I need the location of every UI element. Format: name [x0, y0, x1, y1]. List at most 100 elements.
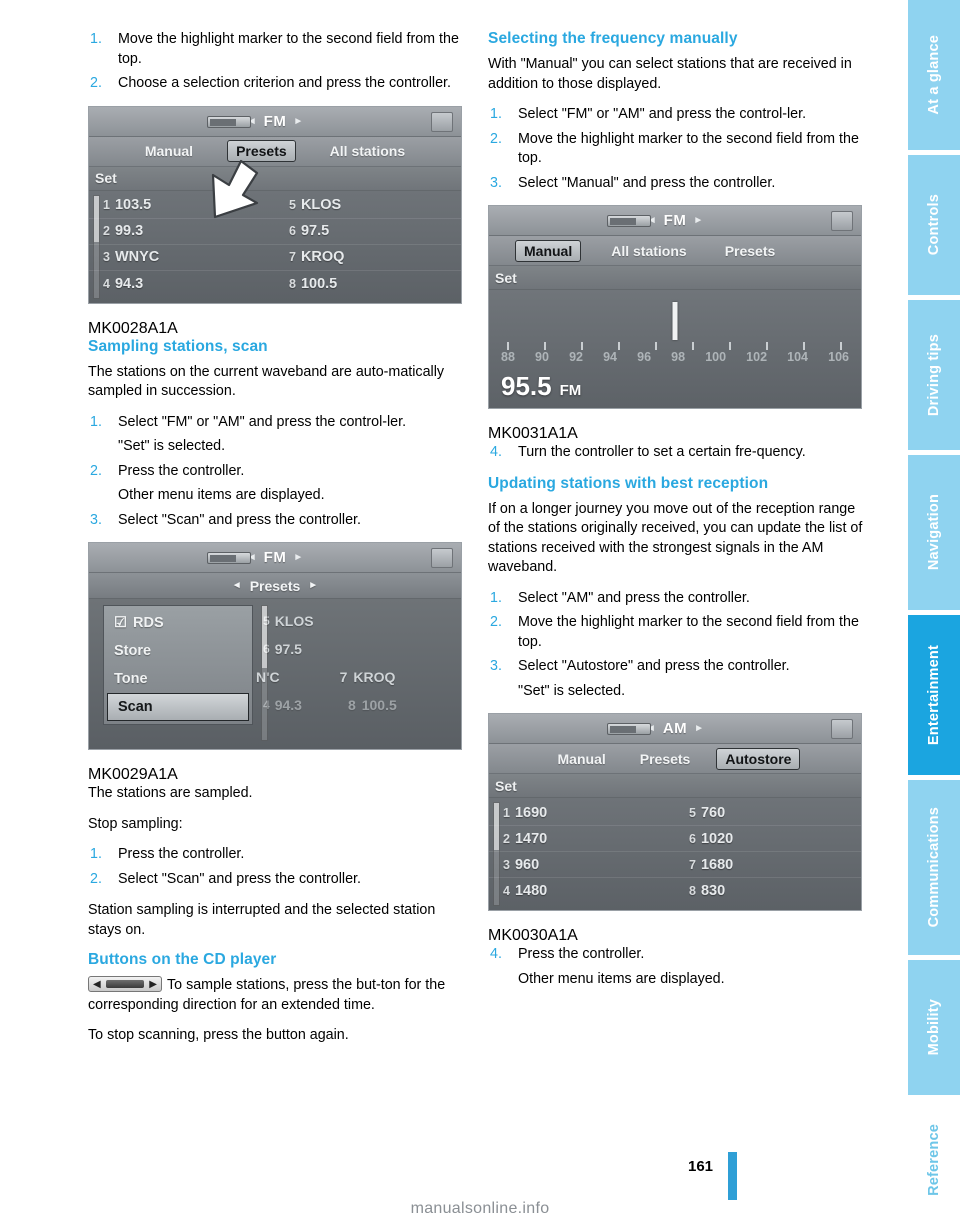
list-item: 2. Select "Scan" and press the controlle…	[88, 870, 468, 890]
tab-entertainment[interactable]: Entertainment	[908, 615, 960, 775]
preset-cell: 7 KROQ	[289, 249, 345, 265]
step-text: Press the controller.	[518, 946, 645, 962]
display-topbar: ◄ FM ►	[489, 206, 861, 236]
scrollbar[interactable]	[261, 605, 268, 741]
table-row: 2 99.3 6 97.5	[89, 219, 461, 245]
tab-communications[interactable]: Communications	[908, 780, 960, 955]
menu-item-store[interactable]: Store	[104, 637, 252, 665]
list-item: 4 94.3 8 100.5	[263, 697, 397, 713]
set-label: Set	[95, 170, 117, 186]
menu-item-all-stations[interactable]: All stations	[322, 141, 413, 161]
list-item: 1. Move the highlight marker to the seco…	[88, 30, 468, 69]
tab-mobility[interactable]: Mobility	[908, 960, 960, 1095]
preset-bar-label: Presets	[249, 577, 301, 594]
scan-overlay: 5KLOS 697.5 N'C7KROQ 494.38100.5 ☑RDS St…	[89, 599, 461, 749]
display-corner-icon	[431, 111, 453, 132]
checkbox-icon: ☑	[114, 615, 127, 631]
menu-item-scan[interactable]: Scan	[107, 693, 249, 721]
tab-navigation[interactable]: Navigation	[908, 455, 960, 610]
figure-code: MK0031A1A	[488, 425, 578, 442]
tab-controls[interactable]: Controls	[908, 155, 960, 295]
step-text: Select "FM" or "AM" and press the contro…	[518, 106, 807, 122]
step-number: 1.	[90, 413, 102, 430]
menu-item-manual[interactable]: Manual	[137, 141, 201, 161]
section-tab-rail: At a glance Controls Driving tips Naviga…	[908, 0, 960, 1220]
radio-display-scan-menu: ◄ FM ► ◄ Presets ► 5KLOS 697.5 N'C7KROQ …	[88, 542, 462, 784]
cd-seek-button-icon: ◀ ▶	[88, 976, 162, 992]
scrollbar[interactable]	[93, 194, 100, 299]
figure-code: MK0030A1A	[488, 927, 578, 944]
preset-cell: 8 100.5	[289, 275, 338, 292]
step-text: Select "Scan" and press the controller.	[118, 870, 362, 887]
preset-cell: 3 WNYC	[103, 249, 160, 265]
step-number: 3.	[490, 658, 502, 674]
preset-cell: 3 960	[503, 856, 540, 873]
menu-item-manual[interactable]: Manual	[550, 749, 614, 769]
step-number: 2.	[90, 462, 102, 479]
menu-item-all-stations[interactable]: All stations	[603, 241, 694, 261]
step-number: 3.	[90, 511, 102, 528]
list-item: 4. Turn the controller to set a certain …	[488, 443, 868, 463]
frequency-tuner[interactable]: 88 90 92 94 96 98 100 102 104 106 95.5 FM	[489, 290, 861, 408]
menu-item-tone[interactable]: Tone	[104, 665, 252, 693]
list-item: 5KLOS	[263, 613, 314, 629]
left-column: 1. Move the highlight marker to the seco…	[88, 30, 468, 1057]
table-row: 1 103.5 5 KLOS	[89, 193, 461, 219]
figure-code: MK0029A1A	[88, 766, 178, 783]
step-text: Move the highlight marker to the second …	[118, 31, 459, 67]
sampled-note: The stations are sampled.	[88, 785, 253, 801]
menu-item-presets[interactable]: Presets	[717, 241, 784, 261]
list-item: 3. Select "Autostore" and press the cont…	[488, 657, 868, 677]
preset-cell: 6 1020	[689, 830, 734, 847]
display-corner-icon	[431, 548, 453, 568]
list-item: N'C 7 KROQ	[256, 669, 396, 685]
display-menubar: Manual Presets Autostore	[489, 744, 861, 774]
preset-cell: 5 760	[689, 804, 726, 821]
step-number: 1.	[90, 846, 102, 862]
list-item: 2. Move the highlight marker to the seco…	[488, 613, 868, 652]
tab-at-a-glance[interactable]: At a glance	[908, 0, 960, 150]
updating-step4: 4. Press the controller. Other menu item…	[488, 945, 868, 989]
preset-list: 1 1690 5 760 2 1470 6 1020 3 960 7 1680 4 1480 …	[489, 798, 861, 910]
preset-list: 1 103.5 5 KLOS 2 99.3 6 97.5 3 WNYC 7 KROQ 4 94…	[89, 190, 461, 303]
page-marker	[728, 1152, 737, 1200]
display-topbar: ◄ FM ►	[89, 543, 461, 573]
sampling-steps: 1. Select "FM" or "AM" and press the con…	[88, 413, 468, 531]
menu-item-presets[interactable]: Presets	[632, 749, 699, 769]
chevron-right-icon: ►	[693, 215, 704, 226]
display-topbar: ◄ AM ►	[489, 714, 861, 744]
menu-item-presets[interactable]: Presets	[227, 140, 296, 162]
scrollbar[interactable]	[493, 802, 500, 906]
menu-item-rds[interactable]: ☑ RDS	[104, 609, 252, 637]
preset-cell: 1 1690	[503, 804, 548, 821]
band-label: AM	[662, 720, 688, 737]
menu-item-autostore[interactable]: Autostore	[716, 747, 801, 770]
list-item: "Set" is selected.	[88, 437, 468, 457]
chevron-right-icon: ►	[694, 723, 705, 734]
signal-strength-icon	[607, 723, 651, 735]
signal-strength-icon	[607, 215, 651, 227]
tuner-scale-numbers: 88 90 92 94 96 98 100 102 104 106	[501, 350, 849, 364]
step-number: 2.	[490, 130, 502, 147]
step-number: 2.	[90, 75, 102, 91]
step-text: Move the highlight marker to the second …	[518, 614, 859, 650]
sampling-intro: The stations on the current waveband are…	[88, 363, 445, 400]
step-text: Select "Manual" and press the controller…	[518, 174, 776, 191]
preset-cell: 4 1480	[503, 883, 548, 899]
menu-item-manual[interactable]: Manual	[515, 239, 582, 262]
step-number: 1.	[90, 31, 102, 47]
context-menu: ☑ RDS Store Tone Scan	[103, 605, 253, 725]
page-number: 161	[688, 1158, 714, 1175]
page-title-manual-frequency: Selecting the frequency manually	[488, 30, 738, 47]
radio-display-am-autostore: ◄ AM ► Manual Presets Autostore Set 1169…	[488, 713, 862, 945]
preset-cell: 4 94.3	[103, 275, 144, 292]
step-text: Choose a selection criterion and press t…	[118, 75, 451, 91]
step-text: Move the highlight marker to the second …	[518, 130, 859, 167]
display-corner-icon	[831, 211, 853, 231]
tab-driving-tips[interactable]: Driving tips	[908, 300, 960, 450]
chevron-left-icon: ◄	[231, 580, 242, 591]
table-row: 1 1690 5 760	[489, 800, 861, 826]
preset-cell: 5 KLOS	[289, 197, 342, 213]
preset-bar: ◄ Presets ►	[89, 573, 461, 599]
list-item: 1. Select "FM" or "AM" and press the con…	[88, 413, 468, 433]
